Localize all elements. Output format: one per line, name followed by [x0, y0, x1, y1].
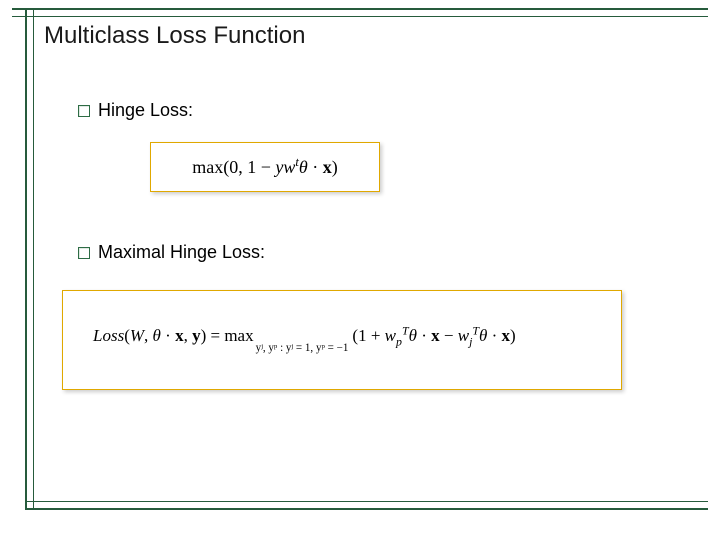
formula-maximal: Loss(W, θ · x, y) = maxyʲ, yᵖ : yʲ = 1, …: [93, 326, 516, 355]
formula-hinge-box: max(0, 1 − ywtθ · x): [150, 142, 380, 192]
max-Tsup: T: [402, 323, 409, 337]
rule-bottom: [25, 501, 708, 510]
max-close2: ): [510, 326, 516, 345]
formula-hinge: max(0, 1 − ywtθ · x): [192, 157, 338, 178]
max-w1: w: [385, 326, 396, 345]
max-w2: w: [458, 326, 469, 345]
max-x: x: [175, 326, 184, 345]
max-dot2: ·: [417, 326, 431, 345]
hinge-theta: θ: [299, 157, 308, 177]
max-sub1: yʲ, yᵖ : yʲ = 1, yᵖ = −1: [256, 342, 349, 354]
slide: Multiclass Loss Function Hinge Loss: max…: [0, 0, 720, 540]
checkbox-icon: [78, 247, 90, 259]
page-title: Multiclass Loss Function: [42, 22, 307, 50]
hinge-prefix: max(0, 1 −: [192, 157, 275, 177]
max-y: y: [192, 326, 201, 345]
hinge-dot: ·: [308, 157, 323, 177]
max-eq: ) =: [201, 326, 225, 345]
max-c1: ,: [144, 326, 153, 345]
bullet-hinge-label: Hinge Loss:: [98, 100, 193, 121]
max-minus: −: [440, 326, 458, 345]
max-op: max: [224, 326, 253, 345]
bullet-maximal-label: Maximal Hinge Loss:: [98, 242, 265, 263]
hinge-suffix: ): [332, 157, 338, 177]
max-loss: Loss: [93, 326, 124, 345]
max-theta: θ: [153, 326, 161, 345]
max-dot3: ·: [487, 326, 501, 345]
bullet-maximal: Maximal Hinge Loss:: [78, 242, 265, 263]
max-theta2: θ: [409, 326, 417, 345]
max-c2: ,: [184, 326, 193, 345]
max-Tsup2: T: [472, 323, 479, 337]
max-dot1: ·: [161, 326, 175, 345]
rule-top: [12, 8, 708, 17]
max-W: W: [130, 326, 144, 345]
max-subscript: yʲ, yᵖ : yʲ = 1, yᵖ = −1: [256, 343, 349, 355]
rule-left: [25, 8, 34, 510]
max-x3: x: [502, 326, 511, 345]
max-x2: x: [431, 326, 440, 345]
bullet-hinge: Hinge Loss:: [78, 100, 193, 121]
formula-maximal-box: Loss(W, θ · x, y) = maxyʲ, yᵖ : yʲ = 1, …: [62, 290, 622, 390]
max-open2: (1 +: [352, 326, 384, 345]
checkbox-icon: [78, 105, 90, 117]
hinge-w: w: [283, 157, 295, 177]
hinge-x: x: [323, 157, 332, 177]
